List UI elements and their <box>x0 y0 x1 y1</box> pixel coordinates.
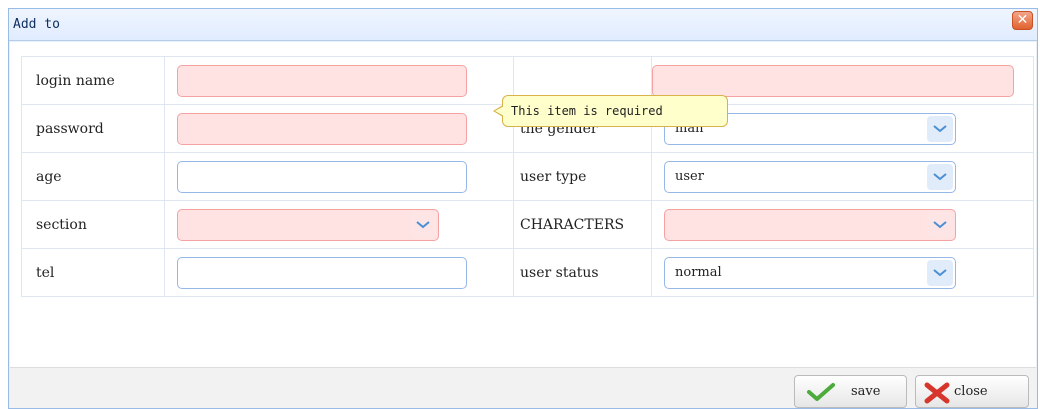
characters-label: CHARACTERS <box>514 201 652 249</box>
section-select[interactable] <box>177 209 439 241</box>
age-input[interactable] <box>177 161 467 193</box>
tel-input[interactable] <box>177 257 467 289</box>
user-type-label: user type <box>514 153 652 201</box>
user-form-table: login name password the gender man <box>21 56 1034 297</box>
row1-right-input[interactable] <box>652 65 1014 97</box>
form-row-age: age user type user <box>22 153 1034 201</box>
chevron-down-icon[interactable] <box>927 164 953 190</box>
age-label: age <box>22 153 165 201</box>
dialog-title: Add to <box>13 17 60 32</box>
validation-tooltip: This item is required <box>502 95 728 127</box>
close-button[interactable]: close <box>915 375 1029 408</box>
password-input[interactable] <box>177 113 467 145</box>
tel-label: tel <box>22 249 165 297</box>
close-button-label: close <box>954 384 988 399</box>
characters-select[interactable] <box>664 209 956 241</box>
dialog-close-icon[interactable]: ✕ <box>1012 11 1033 30</box>
user-type-select-value: user <box>675 169 704 184</box>
check-icon <box>807 382 835 406</box>
section-label: section <box>22 201 165 249</box>
dialog-footer: save close <box>10 367 1036 408</box>
form-row-section: section CHARACTERS <box>22 201 1034 249</box>
login-name-label: login name <box>22 57 165 105</box>
user-status-label: user status <box>514 249 652 297</box>
user-status-select[interactable]: normal <box>664 257 956 289</box>
chevron-down-icon[interactable] <box>927 116 953 142</box>
save-button-label: save <box>851 384 880 399</box>
login-name-input[interactable] <box>177 65 467 97</box>
add-dialog: Add to ✕ login name password <box>8 8 1038 409</box>
user-type-select[interactable]: user <box>664 161 956 193</box>
chevron-down-icon[interactable] <box>410 212 436 238</box>
password-label: password <box>22 105 165 153</box>
save-button[interactable]: save <box>794 375 907 408</box>
user-status-select-value: normal <box>675 265 722 280</box>
chevron-down-icon[interactable] <box>927 212 953 238</box>
form-row-tel: tel user status normal <box>22 249 1034 297</box>
cross-icon <box>924 382 950 408</box>
dialog-titlebar[interactable]: Add to ✕ <box>9 9 1037 41</box>
chevron-down-icon[interactable] <box>927 260 953 286</box>
form-panel: login name password the gender man <box>10 42 1036 367</box>
